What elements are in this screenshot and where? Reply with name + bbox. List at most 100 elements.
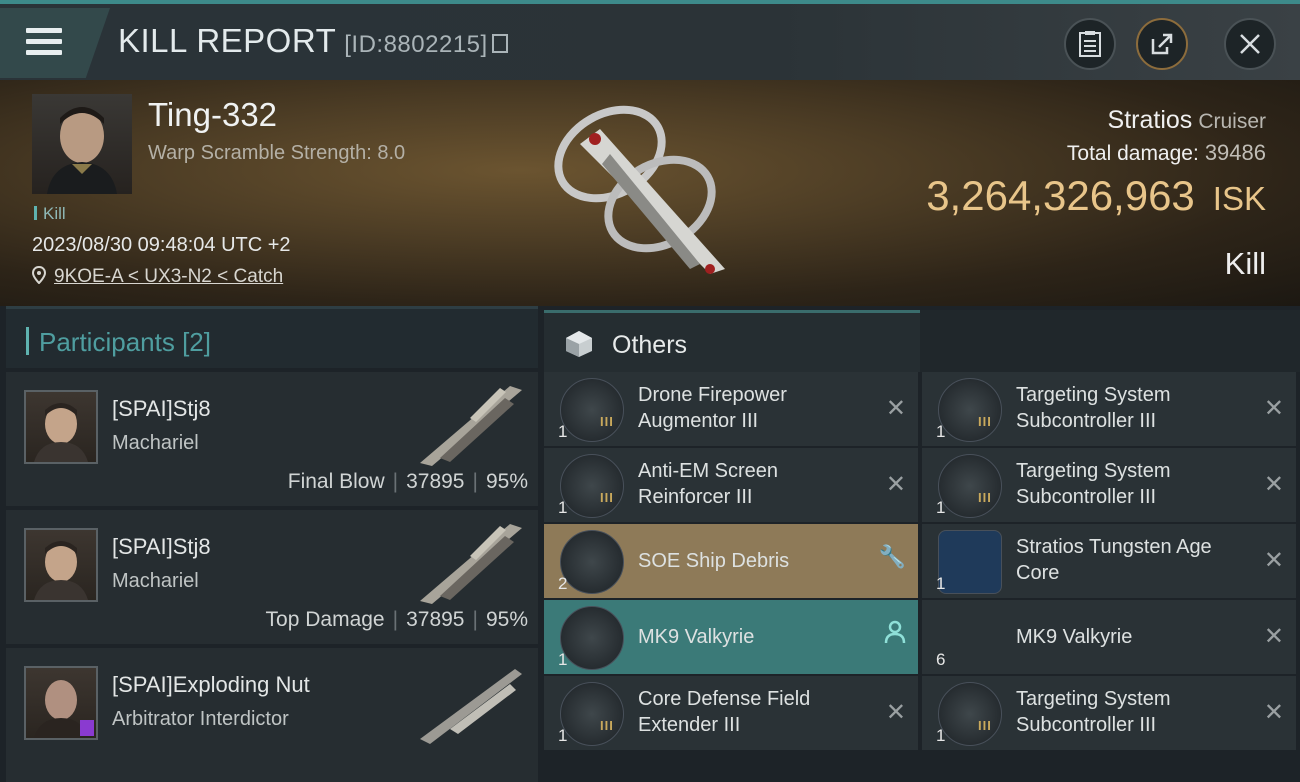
pilot-portrait-icon [34,403,88,462]
item-quantity: 1 [558,650,568,669]
destroyed-icon: ✕ [1263,623,1284,650]
participant-ship: Arbitrator Interdictor [112,708,289,730]
header-bar: KILL REPORT [ID:8802215] [0,0,1300,80]
item-name: Targeting System Subcontroller III [1016,460,1171,508]
participant-row[interactable]: [SPAI]Exploding Nut Arbitrator Interdict… [6,648,538,782]
drone-augmentor-icon [560,378,624,442]
avatar[interactable] [24,666,98,740]
ship-debris-icon [560,530,624,594]
item-name: Drone Firepower Augmentor III [638,384,787,432]
hamburger-icon [26,28,62,61]
stat-percent: 95% [485,608,528,631]
item-cell[interactable]: III 1 Targeting System Subcontroller III ✕ [922,448,1296,522]
stat-label: Top Damage [265,608,385,631]
destroyed-icon: ✕ [1263,547,1284,574]
item-cell[interactable]: 6 MK9 Valkyrie ✕ [922,600,1296,674]
destroyed-icon: ✕ [1263,699,1284,726]
drone-icon [938,606,1000,668]
tier-badge: III [978,718,992,733]
tier-badge: III [978,490,992,505]
participant-ship-image [420,386,522,466]
kill-datetime: 2023/08/30 09:48:04 UTC +2 [32,234,291,256]
rig-canister-icon [938,682,1002,746]
item-name: MK9 Valkyrie [1016,626,1133,648]
rig-canister-icon [938,454,1002,518]
kill-tag: Kill [34,204,66,224]
person-icon [884,620,906,644]
pilot-portrait-icon [47,107,117,194]
participant-ship: Machariel [112,432,199,454]
item-cell[interactable]: III 1 Targeting System Subcontroller III ✕ [922,676,1296,750]
participants-count: [2] [182,327,211,357]
location-pin-icon [31,265,47,285]
kill-location[interactable]: 9KOE-A < UX3-N2 < Catch [31,265,283,288]
clipboard-icon [1079,31,1101,57]
item-cell[interactable]: 2 SOE Ship Debris 🔧 [544,524,918,598]
item-cell[interactable]: III 1 Drone Firepower Augmentor III ✕ [544,372,918,446]
tier-badge: III [600,718,614,733]
avatar[interactable] [24,390,98,464]
item-name: MK9 Valkyrie [638,626,755,648]
close-button[interactable] [1224,18,1276,70]
participant-name: [SPAI]Stj8 [112,396,211,421]
victim-detail: Warp Scramble Strength: 8.0 [148,142,406,164]
item-cell[interactable]: 1 MK9 Valkyrie [544,600,918,674]
copy-icon[interactable] [491,33,508,53]
item-cell[interactable]: III 1 Targeting System Subcontroller III ✕ [922,372,1296,446]
isk-amount: 3,264,326,963 [926,172,1195,219]
participant-stats: Top Damage | 37895 | 95% [265,608,528,631]
others-panel: Others III 1 Drone Firepower Augmentor II… [544,310,1300,750]
tier-badge: III [600,414,614,429]
participants-label: Participants [39,327,175,357]
participant-row[interactable]: [SPAI]Stj8 Machariel Top Damage | 37895 | 95… [6,510,538,644]
clipboard-button[interactable] [1064,18,1116,70]
item-quantity: 1 [558,726,568,745]
stat-damage: 37895 [406,470,465,493]
drone-icon [560,606,624,670]
participants-header[interactable]: Participants [2] [6,306,538,368]
participant-ship-image [420,669,522,744]
item-name: Targeting System Subcontroller III [1016,384,1171,432]
total-damage: Total damage: 39486 [1067,140,1266,166]
item-cell[interactable]: III 1 Core Defense Field Extender III ✕ [544,676,918,750]
share-icon [1151,33,1173,55]
result-label: Kill [1224,246,1266,281]
others-header-bg [920,310,1300,372]
item-cell[interactable]: 1 Stratios Tungsten Age Core ✕ [922,524,1296,598]
participant-ship-image [420,524,522,604]
item-quantity: 6 [936,650,946,669]
participant-ship: Machariel [112,570,199,592]
stat-damage: 37895 [406,608,465,631]
participant-name: [SPAI]Stj8 [112,534,211,559]
stat-label: Final Blow [287,470,385,493]
location-link[interactable]: 9KOE-A < UX3-N2 < Catch [54,266,283,287]
others-header: Others [544,310,920,372]
ship-class: Cruiser [1198,110,1266,133]
item-name: Targeting System Subcontroller III [1016,688,1171,736]
victim-avatar[interactable] [32,94,132,194]
item-name: Anti-EM Screen Reinforcer III [638,460,779,508]
ship-info: Stratios Cruiser [1108,106,1266,135]
item-cell[interactable]: III 1 Anti-EM Screen Reinforcer III ✕ [544,448,918,522]
participant-name: [SPAI]Exploding Nut [112,672,310,697]
cube-icon [566,331,592,357]
destroyed-icon: ✕ [885,699,906,726]
item-quantity: 1 [936,422,946,441]
destroyed-icon: ✕ [1263,471,1284,498]
damage-label: Total damage: [1066,142,1199,165]
menu-button[interactable] [0,8,110,78]
age-core-icon [938,530,1002,594]
destroyed-icon: ✕ [1263,395,1284,422]
ship-image [554,105,725,274]
destroyed-icon: ✕ [885,395,906,422]
participant-row[interactable]: [SPAI]Stj8 Machariel Final Blow | 37895 | 95… [6,372,538,506]
wrench-icon: 🔧 [878,544,906,569]
item-name: Core Defense Field Extender III [638,688,811,736]
item-quantity: 1 [558,422,568,441]
stat-percent: 95% [485,470,528,493]
item-quantity: 1 [558,498,568,517]
others-title: Others [612,331,688,359]
damage-value: 39486 [1204,140,1266,165]
share-button[interactable] [1136,18,1188,70]
avatar[interactable] [24,528,98,602]
